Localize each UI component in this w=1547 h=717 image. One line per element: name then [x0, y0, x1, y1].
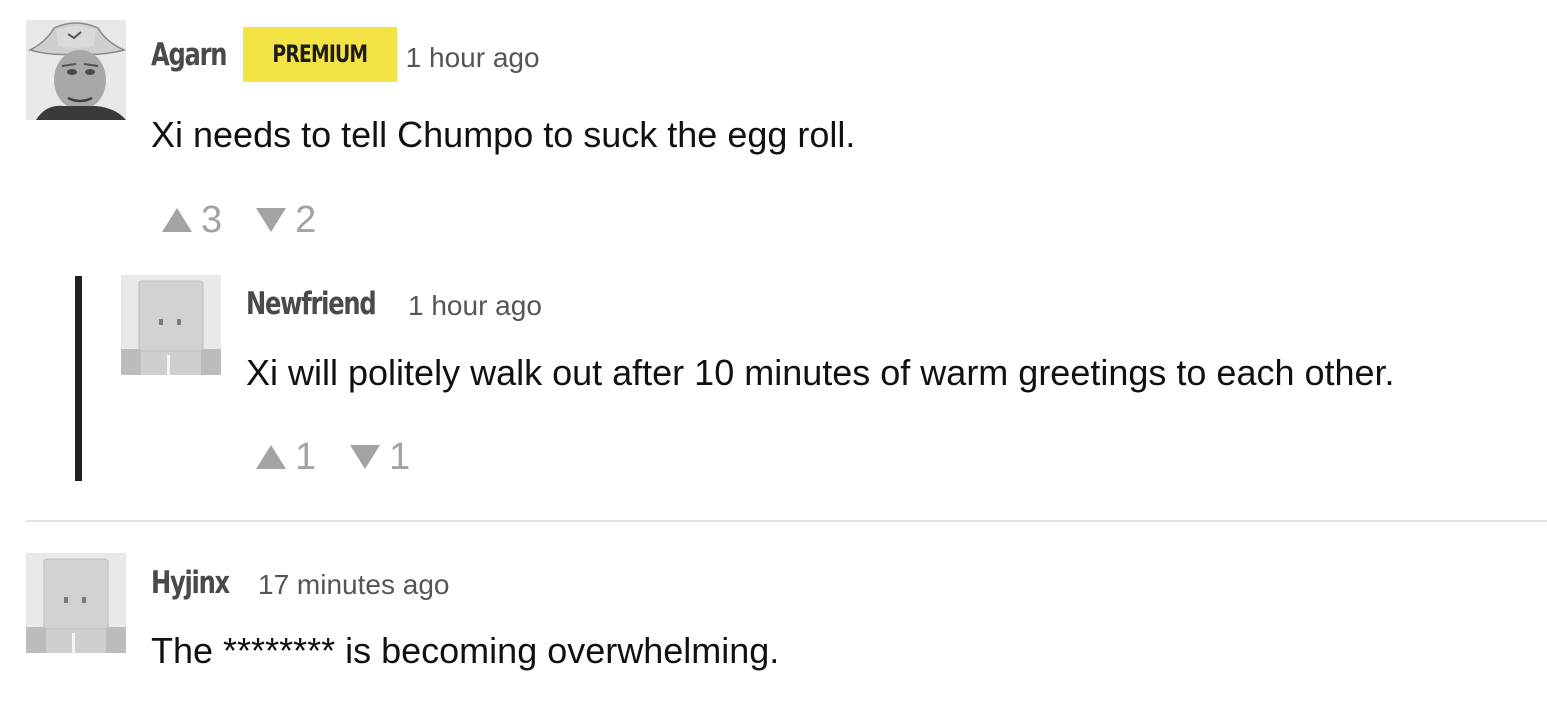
- reply-thread-rail: [75, 276, 82, 481]
- timestamp[interactable]: 1 hour ago: [406, 42, 540, 74]
- upvote-button[interactable]: 1: [256, 436, 316, 479]
- comment-body: Xi will politely walk out after 10 minut…: [246, 352, 1395, 393]
- comment-body: The ******** is becoming overwhelming.: [151, 630, 780, 671]
- triangle-up-icon: [162, 208, 192, 232]
- avatar[interactable]: [26, 553, 126, 653]
- premium-badge-label: PREMIUM: [272, 40, 368, 68]
- vote-bar: 3 2: [162, 198, 316, 242]
- comment-divider: [26, 520, 1547, 522]
- upvote-count: 3: [201, 198, 223, 241]
- downvote-count: 2: [295, 198, 317, 241]
- username[interactable]: Agarn: [151, 37, 227, 73]
- triangle-down-icon: [350, 445, 381, 469]
- username[interactable]: Hyjinx: [151, 565, 234, 601]
- triangle-down-icon: [256, 208, 287, 232]
- downvote-button[interactable]: 1: [350, 436, 410, 479]
- cowboy-avatar-image: [26, 20, 126, 120]
- premium-badge: PREMIUM: [243, 27, 397, 82]
- comment-meta: Hyjinx 17 minutes ago: [151, 558, 449, 608]
- avatar[interactable]: [121, 275, 221, 375]
- downvote-count: 1: [389, 435, 411, 478]
- paper-bag-avatar-image: [121, 275, 221, 375]
- vote-bar: 1 1: [256, 435, 410, 479]
- upvote-button[interactable]: 3: [162, 199, 222, 242]
- comment-body: Xi needs to tell Chumpo to suck the egg …: [151, 114, 856, 155]
- comment-meta: Newfriend 1 hour ago: [246, 278, 542, 330]
- upvote-count: 1: [295, 435, 317, 478]
- avatar[interactable]: [26, 20, 126, 120]
- paper-bag-avatar-image: [26, 553, 126, 653]
- username[interactable]: Newfriend: [246, 286, 377, 322]
- timestamp[interactable]: 17 minutes ago: [258, 569, 449, 601]
- timestamp[interactable]: 1 hour ago: [408, 290, 542, 322]
- triangle-up-icon: [256, 445, 286, 469]
- downvote-button[interactable]: 2: [256, 199, 316, 242]
- comment-meta: Agarn PREMIUM 1 hour ago: [151, 27, 540, 82]
